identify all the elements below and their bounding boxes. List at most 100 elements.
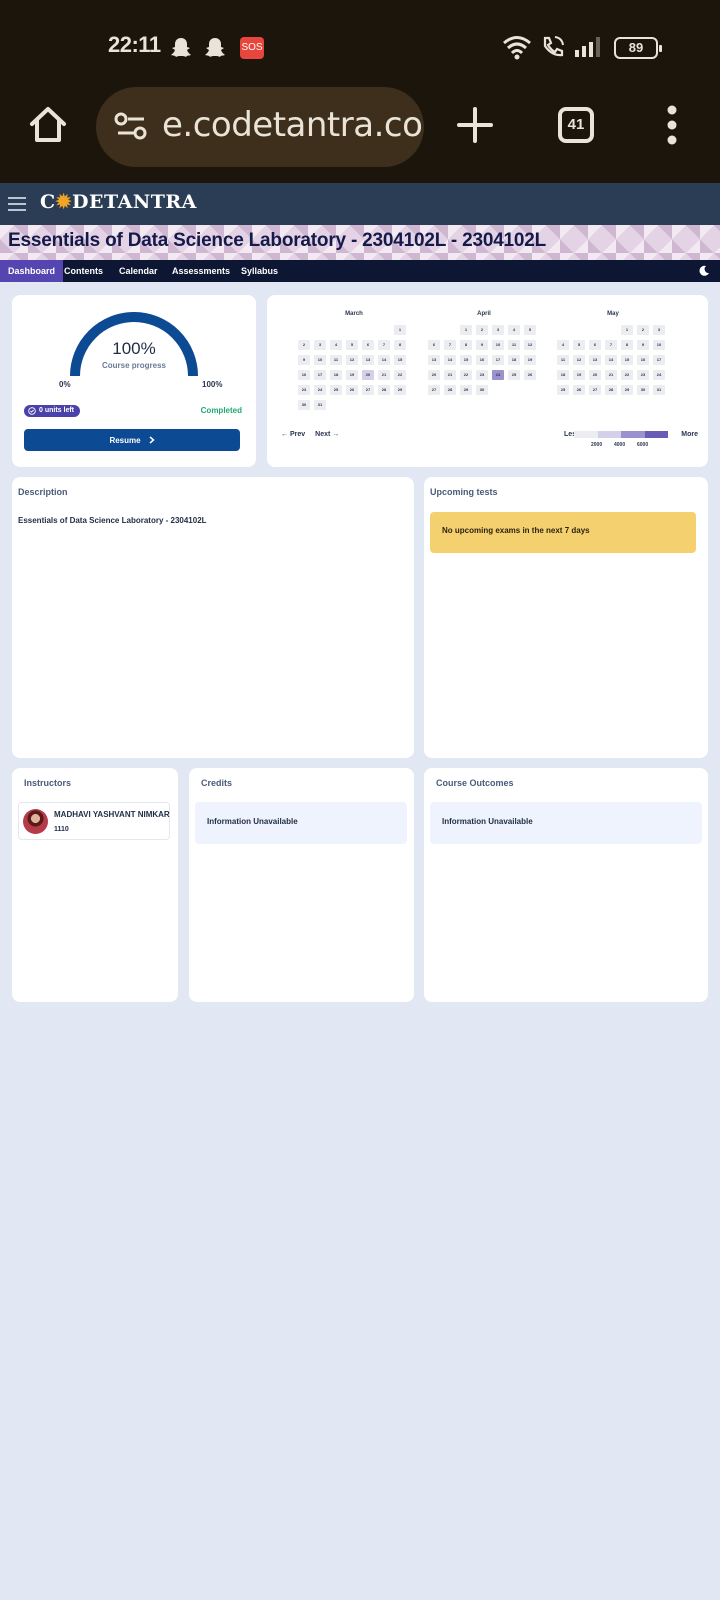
calendar-day-cell[interactable]: 7	[378, 340, 390, 350]
calendar-day-cell[interactable]: 21	[444, 370, 456, 380]
calendar-day-cell[interactable]: 3	[492, 325, 504, 335]
calendar-day-cell[interactable]: 23	[637, 370, 649, 380]
calendar-day-cell[interactable]: 5	[524, 325, 536, 335]
calendar-day-cell[interactable]: 5	[573, 340, 585, 350]
calendar-day-cell[interactable]: 14	[605, 355, 617, 365]
address-bar[interactable]: e.codetantra.com	[96, 87, 424, 167]
calendar-day-cell[interactable]: 6	[589, 340, 601, 350]
site-settings-icon[interactable]	[114, 111, 148, 141]
calendar-day-cell[interactable]: 11	[508, 340, 520, 350]
calendar-day-cell[interactable]: 9	[637, 340, 649, 350]
calendar-day-cell[interactable]: 6	[362, 340, 374, 350]
calendar-day-cell[interactable]: 29	[460, 385, 472, 395]
calendar-day-cell[interactable]: 13	[362, 355, 374, 365]
prev-button[interactable]: ← Prev	[281, 431, 305, 438]
calendar-day-cell[interactable]: 15	[621, 355, 633, 365]
calendar-day-cell[interactable]: 2	[476, 325, 488, 335]
calendar-day-cell[interactable]: 20	[428, 370, 440, 380]
calendar-day-cell[interactable]: 10	[653, 340, 665, 350]
calendar-day-cell[interactable]: 18	[330, 370, 342, 380]
calendar-day-cell[interactable]: 10	[314, 355, 326, 365]
calendar-day-cell[interactable]: 25	[508, 370, 520, 380]
calendar-day-cell[interactable]: 28	[605, 385, 617, 395]
calendar-day-cell[interactable]: 11	[557, 355, 569, 365]
calendar-day-cell[interactable]: 2	[298, 340, 310, 350]
calendar-day-cell[interactable]: 12	[573, 355, 585, 365]
instructor-item[interactable]: MADHAVI YASHVANT NIMKAR 1110	[18, 802, 170, 840]
calendar-day-cell[interactable]: 20	[362, 370, 374, 380]
calendar-day-cell[interactable]: 26	[346, 385, 358, 395]
calendar-day-cell[interactable]: 1	[621, 325, 633, 335]
calendar-day-cell[interactable]: 27	[362, 385, 374, 395]
calendar-day-cell[interactable]: 31	[653, 385, 665, 395]
calendar-day-cell[interactable]: 24	[314, 385, 326, 395]
calendar-day-cell[interactable]: 25	[557, 385, 569, 395]
calendar-day-cell[interactable]: 21	[605, 370, 617, 380]
calendar-day-cell[interactable]: 9	[298, 355, 310, 365]
calendar-day-cell[interactable]: 23	[476, 370, 488, 380]
tab-dashboard[interactable]: Dashboard	[0, 260, 64, 282]
calendar-day-cell[interactable]: 19	[573, 370, 585, 380]
calendar-day-cell[interactable]: 18	[508, 355, 520, 365]
calendar-day-cell[interactable]: 9	[476, 340, 488, 350]
calendar-day-cell[interactable]: 30	[476, 385, 488, 395]
dark-mode-moon-icon[interactable]	[698, 265, 710, 277]
calendar-day-cell[interactable]: 1	[460, 325, 472, 335]
calendar-day-cell[interactable]: 3	[314, 340, 326, 350]
plus-icon[interactable]	[456, 106, 494, 144]
calendar-day-cell[interactable]: 4	[330, 340, 342, 350]
calendar-day-cell[interactable]: 28	[378, 385, 390, 395]
calendar-day-cell[interactable]: 7	[444, 340, 456, 350]
calendar-day-cell[interactable]: 17	[653, 355, 665, 365]
calendar-day-cell[interactable]: 27	[428, 385, 440, 395]
calendar-day-cell[interactable]: 26	[524, 370, 536, 380]
calendar-day-cell[interactable]: 17	[492, 355, 504, 365]
calendar-day-cell[interactable]: 5	[346, 340, 358, 350]
calendar-day-cell[interactable]: 31	[314, 400, 326, 410]
calendar-day-cell[interactable]: 29	[621, 385, 633, 395]
calendar-day-cell[interactable]: 15	[394, 355, 406, 365]
calendar-day-cell[interactable]: 7	[605, 340, 617, 350]
calendar-day-cell[interactable]: 8	[621, 340, 633, 350]
calendar-day-cell[interactable]: 4	[557, 340, 569, 350]
calendar-day-cell[interactable]: 23	[298, 385, 310, 395]
calendar-day-cell[interactable]: 24	[653, 370, 665, 380]
calendar-day-cell[interactable]: 16	[637, 355, 649, 365]
calendar-day-cell[interactable]: 8	[394, 340, 406, 350]
calendar-day-cell[interactable]: 30	[637, 385, 649, 395]
calendar-day-cell[interactable]: 12	[346, 355, 358, 365]
next-button[interactable]: Next →	[315, 431, 339, 438]
calendar-day-cell[interactable]: 22	[394, 370, 406, 380]
calendar-day-cell[interactable]: 24	[492, 370, 504, 380]
calendar-day-cell[interactable]: 21	[378, 370, 390, 380]
calendar-day-cell[interactable]: 2	[637, 325, 649, 335]
calendar-day-cell[interactable]: 10	[492, 340, 504, 350]
calendar-day-cell[interactable]: 8	[460, 340, 472, 350]
tab-calendar[interactable]: Calendar	[111, 260, 166, 282]
calendar-day-cell[interactable]: 14	[444, 355, 456, 365]
tab-syllabus[interactable]: Syllabus	[233, 260, 286, 282]
calendar-day-cell[interactable]: 22	[460, 370, 472, 380]
calendar-day-cell[interactable]: 29	[394, 385, 406, 395]
calendar-day-cell[interactable]: 22	[621, 370, 633, 380]
calendar-day-cell[interactable]: 28	[444, 385, 456, 395]
calendar-day-cell[interactable]: 13	[428, 355, 440, 365]
calendar-day-cell[interactable]: 6	[428, 340, 440, 350]
calendar-day-cell[interactable]: 27	[589, 385, 601, 395]
codetantra-logo[interactable]: C✹DETANTRA	[40, 191, 197, 213]
calendar-day-cell[interactable]: 4	[508, 325, 520, 335]
calendar-day-cell[interactable]: 16	[476, 355, 488, 365]
calendar-day-cell[interactable]: 17	[314, 370, 326, 380]
tab-assessments[interactable]: Assessments	[164, 260, 238, 282]
calendar-day-cell[interactable]: 1	[394, 325, 406, 335]
calendar-day-cell[interactable]: 13	[589, 355, 601, 365]
calendar-day-cell[interactable]: 18	[557, 370, 569, 380]
tab-contents[interactable]: Contents	[56, 260, 111, 282]
hamburger-menu-icon[interactable]	[8, 197, 26, 211]
tab-switcher-button[interactable]: 41	[558, 107, 594, 143]
calendar-day-cell[interactable]: 19	[524, 355, 536, 365]
calendar-day-cell[interactable]: 25	[330, 385, 342, 395]
calendar-day-cell[interactable]: 16	[298, 370, 310, 380]
calendar-day-cell[interactable]: 11	[330, 355, 342, 365]
calendar-day-cell[interactable]: 3	[653, 325, 665, 335]
